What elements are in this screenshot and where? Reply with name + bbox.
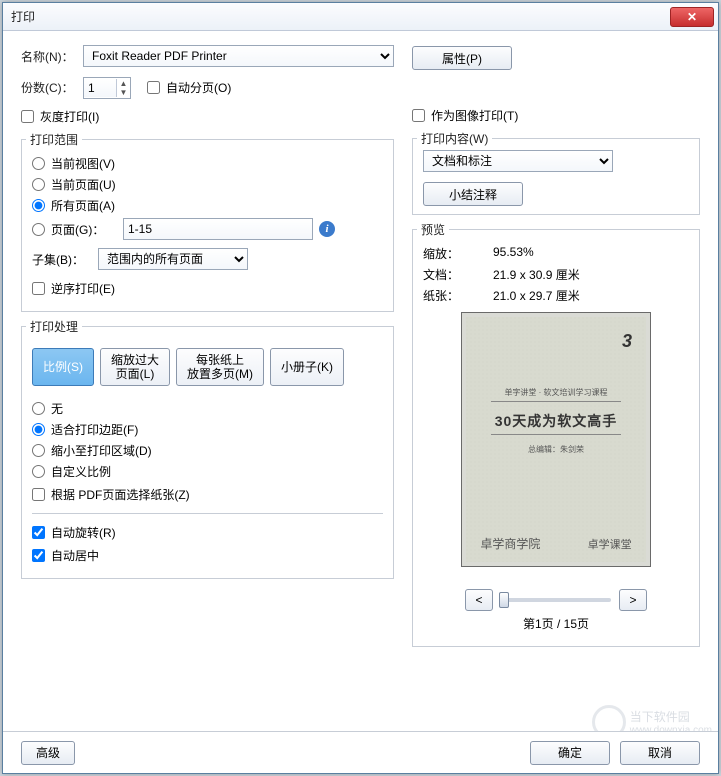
copies-spinner[interactable]: ▲▼ xyxy=(83,77,131,99)
titlebar: 打印 ✕ xyxy=(3,3,718,31)
properties-button[interactable]: 属性(P) xyxy=(412,46,512,70)
print-handling-legend: 打印处理 xyxy=(26,318,82,335)
preview-page-title: 30天成为软文高手 xyxy=(495,411,618,431)
printer-select[interactable]: Foxit Reader PDF Printer xyxy=(83,45,394,67)
auto-center-checkbox[interactable] xyxy=(32,549,45,562)
preview-thumbnail: 3 单字讲堂 · 软文培训学习课程 30天成为软文高手 总编辑：朱剑荣 卓学商学… xyxy=(461,312,651,567)
choose-paper-checkbox[interactable] xyxy=(32,488,45,501)
preview-doc-value: 21.9 x 30.9 厘米 xyxy=(493,266,580,283)
page-indicator: 第1页 / 15页 xyxy=(423,615,689,632)
print-handling-group: 打印处理 比例(S) 缩放过大 页面(L) 每张纸上 放置多页(M) 小册子(K… xyxy=(21,326,394,579)
tab-booklet[interactable]: 小册子(K) xyxy=(270,348,344,386)
subset-select[interactable]: 范围内的所有页面 xyxy=(98,248,248,270)
range-current-page-radio[interactable] xyxy=(32,178,45,191)
print-content-legend: 打印内容(W) xyxy=(417,130,492,147)
spin-down-icon[interactable]: ▼ xyxy=(117,88,130,97)
spin-up-icon[interactable]: ▲ xyxy=(117,79,130,88)
close-button[interactable]: ✕ xyxy=(670,7,714,27)
next-page-button[interactable]: > xyxy=(619,589,647,611)
summarize-comments-button[interactable]: 小结注释 xyxy=(423,182,523,206)
tab-scale[interactable]: 比例(S) xyxy=(32,348,94,386)
scale-none-radio[interactable] xyxy=(32,402,45,415)
grayscale-checkbox[interactable] xyxy=(21,110,34,123)
info-icon[interactable]: i xyxy=(319,221,335,237)
window-title: 打印 xyxy=(11,8,670,25)
preview-scale-value: 95.53% xyxy=(493,245,534,262)
print-content-group: 打印内容(W) 文档和标注 小结注释 xyxy=(412,138,700,215)
preview-paper-value: 21.0 x 29.7 厘米 xyxy=(493,287,580,304)
ok-button[interactable]: 确定 xyxy=(530,741,610,765)
range-current-view-radio[interactable] xyxy=(32,157,45,170)
reverse-checkbox[interactable] xyxy=(32,282,45,295)
copies-label: 份数(C)： xyxy=(21,79,77,96)
preview-legend: 预览 xyxy=(417,221,449,238)
print-as-image-checkbox[interactable] xyxy=(412,109,425,122)
close-icon: ✕ xyxy=(687,10,697,24)
copies-input[interactable] xyxy=(84,79,116,97)
scale-custom-radio[interactable] xyxy=(32,465,45,478)
printer-name-label: 名称(N)： xyxy=(21,48,77,65)
tab-multiple-per-sheet[interactable]: 每张纸上 放置多页(M) xyxy=(176,348,264,386)
subset-label: 子集(B)： xyxy=(32,251,92,268)
page-slider[interactable] xyxy=(501,598,611,602)
print-content-select[interactable]: 文档和标注 xyxy=(423,150,613,172)
range-all-pages-radio[interactable] xyxy=(32,199,45,212)
grayscale-label: 灰度打印(I) xyxy=(40,108,99,125)
cancel-button[interactable]: 取消 xyxy=(620,741,700,765)
slider-thumb[interactable] xyxy=(499,592,509,608)
tab-shrink-oversize[interactable]: 缩放过大 页面(L) xyxy=(100,348,170,386)
advanced-button[interactable]: 高级 xyxy=(21,741,75,765)
pages-input[interactable] xyxy=(123,218,313,240)
preview-logo: 3 xyxy=(622,331,632,352)
collate-checkbox[interactable] xyxy=(147,81,160,94)
range-pages-radio[interactable] xyxy=(32,223,45,236)
dialog-footer: 高级 确定 取消 xyxy=(3,731,718,773)
scale-shrink-area-radio[interactable] xyxy=(32,444,45,457)
print-range-legend: 打印范围 xyxy=(26,131,82,148)
prev-page-button[interactable]: < xyxy=(465,589,493,611)
print-range-group: 打印范围 当前视图(V) 当前页面(U) 所有页面(A) 页面(G)： i 子集… xyxy=(21,139,394,312)
auto-rotate-checkbox[interactable] xyxy=(32,526,45,539)
scale-fit-margins-radio[interactable] xyxy=(32,423,45,436)
print-dialog: 打印 ✕ 名称(N)： Foxit Reader PDF Printer 份数(… xyxy=(2,2,719,774)
preview-group: 预览 缩放：95.53% 文档：21.9 x 30.9 厘米 纸张：21.0 x… xyxy=(412,229,700,647)
collate-label: 自动分页(O) xyxy=(166,79,231,96)
